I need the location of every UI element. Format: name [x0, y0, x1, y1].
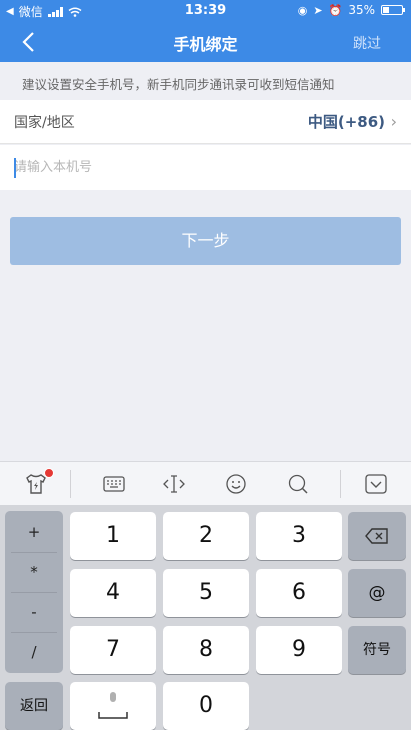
phone-input[interactable] — [14, 155, 394, 180]
battery-percent: 35% — [348, 3, 375, 17]
country-region-row[interactable]: 国家/地区 中国(+86) › — [0, 100, 411, 144]
alarm-icon: ⏰ — [328, 3, 343, 17]
key-3[interactable]: 3 — [256, 512, 342, 560]
keyboard-switch-button[interactable] — [98, 462, 130, 506]
key-4[interactable]: 4 — [70, 569, 156, 617]
symbol-key-plus[interactable]: + — [5, 512, 63, 552]
key-6[interactable]: 6 — [256, 569, 342, 617]
keyboard-icon — [103, 476, 125, 492]
emoji-button[interactable] — [220, 462, 252, 506]
key-2[interactable]: 2 — [163, 512, 249, 560]
key-1[interactable]: 1 — [70, 512, 156, 560]
symbol-column: + * - / — [5, 511, 63, 673]
country-label: 国家/地区 — [14, 115, 75, 131]
top-bar: ◀ 微信 13:39 ◉ ➤ ⏰ 35% 手机绑定 跳过 — [0, 0, 411, 62]
numeric-keyboard: + * - / 1 2 3 4 5 6 @ 7 8 9 符号 返回 0 — [0, 505, 411, 730]
chevron-down-icon — [365, 474, 387, 494]
return-key[interactable]: 返回 — [5, 682, 63, 730]
backspace-key[interactable] — [348, 512, 406, 560]
symbol-key-star[interactable]: * — [5, 552, 63, 592]
country-value: 中国(+86) — [307, 113, 385, 131]
symbols-key[interactable]: 符号 — [348, 626, 406, 674]
page-title: 手机绑定 — [173, 35, 238, 54]
space-voice-key[interactable] — [70, 682, 156, 730]
smiley-icon — [226, 474, 246, 494]
keyboard-toolbar — [0, 461, 411, 505]
location-icon: ➤ — [313, 3, 323, 17]
search-button[interactable] — [282, 462, 314, 506]
chevron-right-icon: › — [390, 112, 397, 131]
key-0[interactable]: 0 — [163, 682, 249, 730]
key-5[interactable]: 5 — [163, 569, 249, 617]
cursor-move-icon — [163, 475, 185, 493]
key-9[interactable]: 9 — [256, 626, 342, 674]
key-7[interactable]: 7 — [70, 626, 156, 674]
backspace-icon — [365, 528, 388, 544]
rotation-lock-icon: ◉ — [297, 3, 308, 17]
cursor-move-button[interactable] — [158, 462, 190, 506]
symbol-key-slash[interactable]: / — [5, 632, 63, 672]
text-cursor — [14, 158, 16, 178]
symbol-key-minus[interactable]: - — [5, 592, 63, 632]
status-bar: ◀ 微信 13:39 ◉ ➤ ⏰ 35% — [0, 0, 411, 22]
search-icon — [288, 474, 308, 494]
security-tip: 建议设置安全手机号，新手机同步通讯录可收到短信通知 — [0, 62, 411, 100]
key-8[interactable]: 8 — [163, 626, 249, 674]
next-button[interactable]: 下一步 — [10, 217, 401, 265]
toolbar-divider — [70, 470, 71, 498]
phone-row — [0, 145, 411, 190]
at-key[interactable]: @ — [348, 569, 406, 617]
skip-button[interactable]: 跳过 — [353, 33, 381, 53]
microphone-icon — [98, 692, 128, 719]
battery-icon — [381, 5, 405, 15]
toolbar-divider — [340, 470, 341, 498]
hide-keyboard-button[interactable] — [360, 462, 392, 506]
notification-badge — [44, 468, 54, 478]
navigation-bar: 手机绑定 跳过 — [0, 22, 411, 62]
